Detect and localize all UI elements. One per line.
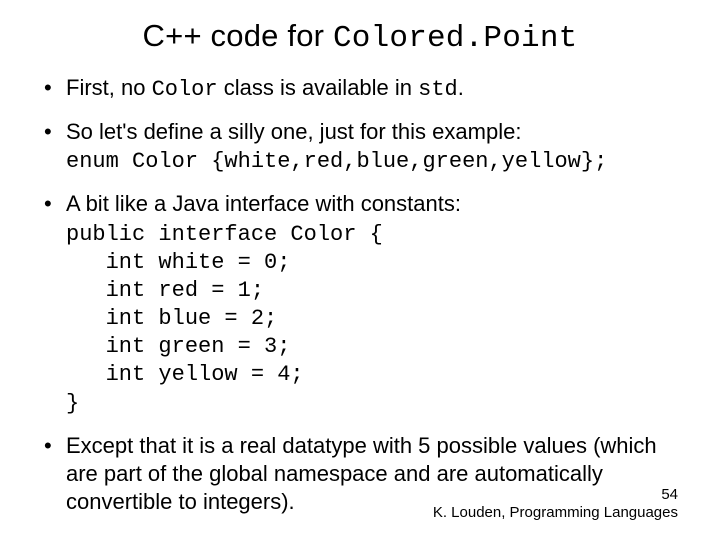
title-mono: Colored.Point bbox=[333, 21, 577, 56]
bullet-1: First, no Color class is available in st… bbox=[40, 74, 680, 104]
slide-title: C++ code for Colored.Point bbox=[40, 18, 680, 56]
b2-text: So let's define a silly one, just for th… bbox=[66, 119, 521, 144]
bullet-3: A bit like a Java interface with constan… bbox=[40, 190, 680, 417]
b3-code: public interface Color { int white = 0; … bbox=[66, 221, 680, 418]
title-text: C++ code for bbox=[143, 18, 333, 53]
slide-footer: 54 K. Louden, Programming Languages bbox=[433, 486, 678, 522]
b1-mono1: Color bbox=[152, 77, 218, 102]
page-number: 54 bbox=[433, 486, 678, 504]
b1-mono2: std bbox=[418, 77, 458, 102]
bullet-list: First, no Color class is available in st… bbox=[40, 74, 680, 516]
bullet-2: So let's define a silly one, just for th… bbox=[40, 118, 680, 176]
b3-text: A bit like a Java interface with constan… bbox=[66, 191, 461, 216]
slide: C++ code for Colored.Point First, no Col… bbox=[0, 0, 720, 540]
b1-text3: . bbox=[458, 75, 464, 100]
b1-text1: First, no bbox=[66, 75, 152, 100]
b2-code: enum Color {white,red,blue,green,yellow}… bbox=[66, 148, 680, 176]
b1-text2: class is available in bbox=[218, 75, 419, 100]
footer-credit: K. Louden, Programming Languages bbox=[433, 504, 678, 522]
